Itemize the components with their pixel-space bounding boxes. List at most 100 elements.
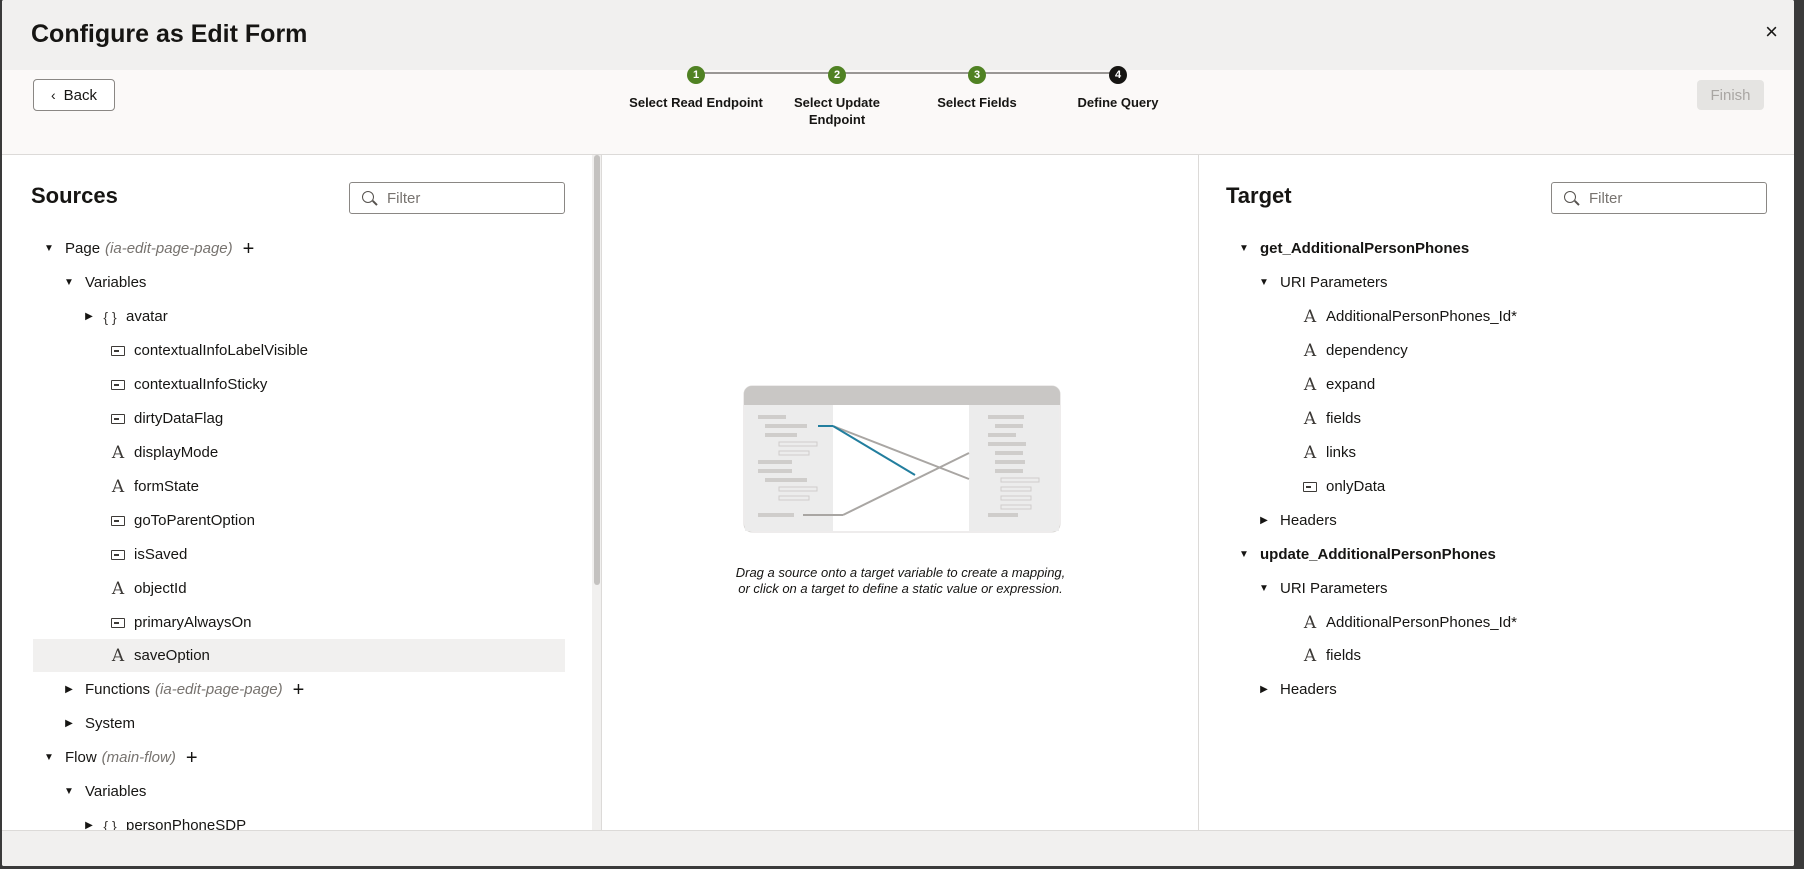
- target-filter[interactable]: [1551, 182, 1767, 214]
- step-define-query[interactable]: 4 Define Query: [1043, 66, 1193, 111]
- string-icon: A: [1303, 442, 1317, 463]
- close-icon[interactable]: ×: [1765, 20, 1778, 44]
- param-label: fields: [1326, 647, 1362, 664]
- mapping-illustration: [743, 385, 1061, 533]
- tree-node-page[interactable]: ▼ Page (ia-edit-page-page) +: [41, 232, 254, 265]
- caret-right-icon[interactable]: ▶: [61, 684, 77, 695]
- tree-node-update-endpoint[interactable]: ▼ update_AdditionalPersonPhones: [1236, 538, 1496, 571]
- tree-node-var[interactable]: primaryAlwaysOn: [109, 606, 252, 639]
- tree-node-var[interactable]: A formState: [109, 470, 199, 503]
- string-icon: A: [1303, 306, 1317, 327]
- tree-node-param[interactable]: A AdditionalPersonPhones_Id*: [1301, 300, 1517, 333]
- tree-node-page-variables[interactable]: ▼ Variables: [61, 266, 146, 299]
- caret-down-icon[interactable]: ▼: [41, 243, 57, 254]
- tree-node-var[interactable]: A objectId: [109, 572, 187, 605]
- flow-context: (main-flow): [101, 749, 176, 766]
- back-button[interactable]: ‹ Back: [33, 79, 115, 111]
- var-label: personPhoneSDP: [126, 817, 247, 830]
- step-select-read-endpoint[interactable]: 1 Select Read Endpoint: [621, 66, 771, 111]
- caret-down-icon[interactable]: ▼: [1236, 243, 1252, 254]
- string-icon: A: [111, 578, 125, 599]
- boolean-icon: [109, 376, 127, 393]
- caret-down-icon[interactable]: ▼: [61, 786, 77, 797]
- panel-splitter[interactable]: [592, 155, 602, 830]
- wizard-bar: ‹ Back 1 Select Read Endpoint 2 Select U…: [2, 66, 1794, 155]
- add-icon[interactable]: +: [186, 748, 198, 768]
- caret-right-icon[interactable]: ▶: [81, 311, 97, 322]
- tree-node-var[interactable]: ▶ { } avatar: [81, 300, 168, 333]
- var-label: primaryAlwaysOn: [134, 614, 252, 631]
- tree-node-system[interactable]: ▶ System: [61, 707, 135, 740]
- target-filter-input[interactable]: [1589, 189, 1749, 207]
- string-icon: A: [111, 476, 125, 497]
- tree-node-headers[interactable]: ▶ Headers: [1256, 504, 1337, 537]
- tree-node-var-selected[interactable]: A saveOption: [33, 639, 565, 672]
- boolean-icon: [109, 342, 127, 359]
- tree-node-uri-params[interactable]: ▼ URI Parameters: [1256, 572, 1387, 605]
- string-icon: A: [1303, 612, 1317, 633]
- caret-down-icon[interactable]: ▼: [41, 752, 57, 763]
- tree-node-var[interactable]: ▶ { } personPhoneSDP: [81, 809, 246, 830]
- string-icon: A: [1303, 408, 1317, 429]
- chevron-left-icon: ‹: [50, 87, 56, 103]
- caret-down-icon[interactable]: ▼: [61, 277, 77, 288]
- boolean-icon: [109, 512, 127, 529]
- string-icon: A: [1303, 340, 1317, 361]
- back-button-label: Back: [63, 86, 98, 104]
- tree-node-headers[interactable]: ▶ Headers: [1256, 673, 1337, 706]
- hint-line-1: Drag a source onto a target variable to …: [735, 565, 1066, 580]
- sources-filter-input[interactable]: [387, 189, 547, 207]
- tree-node-param[interactable]: A expand: [1301, 368, 1375, 401]
- target-title: Target: [1226, 183, 1292, 208]
- caret-right-icon[interactable]: ▶: [1256, 515, 1272, 526]
- caret-down-icon[interactable]: ▼: [1256, 277, 1272, 288]
- system-label: System: [85, 715, 136, 732]
- caret-right-icon[interactable]: ▶: [1256, 684, 1272, 695]
- sources-filter[interactable]: [349, 182, 565, 214]
- tree-node-param[interactable]: A dependency: [1301, 334, 1408, 367]
- boolean-icon: [1301, 478, 1319, 495]
- step-select-fields[interactable]: 3 Select Fields: [902, 66, 1052, 111]
- step-4-dot: 4: [1109, 66, 1127, 84]
- tree-node-param[interactable]: A AdditionalPersonPhones_Id*: [1301, 606, 1517, 639]
- tree-node-var[interactable]: contextualInfoSticky: [109, 368, 267, 401]
- tree-node-var[interactable]: A displayMode: [109, 436, 218, 469]
- tree-node-flow-variables[interactable]: ▼ Variables: [61, 775, 146, 808]
- scrollbar-thumb[interactable]: [594, 155, 600, 585]
- tree-node-param[interactable]: A fields: [1301, 402, 1361, 435]
- finish-button[interactable]: Finish: [1697, 80, 1764, 110]
- caret-down-icon[interactable]: ▼: [1256, 583, 1272, 594]
- hint-line-2: or click on a target to define a static …: [738, 581, 1063, 596]
- caret-right-icon[interactable]: ▶: [81, 820, 97, 830]
- var-label: dirtyDataFlag: [134, 410, 224, 427]
- caret-right-icon[interactable]: ▶: [61, 718, 77, 729]
- headers-label: Headers: [1280, 681, 1337, 698]
- dialog-header: Configure as Edit Form ×: [2, 0, 1794, 70]
- dialog-title: Configure as Edit Form: [31, 20, 308, 48]
- step-3-dot: 3: [968, 66, 986, 84]
- tree-node-uri-params[interactable]: ▼ URI Parameters: [1256, 266, 1388, 299]
- tree-node-var[interactable]: contextualInfoLabelVisible: [109, 334, 308, 367]
- sources-title: Sources: [31, 183, 118, 208]
- boolean-icon: [109, 410, 127, 427]
- tree-node-var[interactable]: dirtyDataFlag: [109, 402, 223, 435]
- step-select-update-endpoint[interactable]: 2 Select Update Endpoint: [762, 66, 912, 128]
- var-label: isSaved: [134, 546, 188, 563]
- tree-node-get-endpoint[interactable]: ▼ get_AdditionalPersonPhones: [1236, 232, 1469, 265]
- tree-node-flow[interactable]: ▼ Flow (main-flow) +: [41, 741, 198, 774]
- tree-node-functions[interactable]: ▶ Functions (ia-edit-page-page) +: [61, 673, 304, 706]
- add-icon[interactable]: +: [293, 680, 305, 700]
- tree-node-var[interactable]: goToParentOption: [109, 504, 255, 537]
- string-icon: A: [1303, 645, 1317, 666]
- add-icon[interactable]: +: [243, 239, 255, 259]
- tree-node-var[interactable]: isSaved: [109, 538, 187, 571]
- string-icon: A: [111, 442, 125, 463]
- uri-params-label: URI Parameters: [1280, 274, 1388, 291]
- tree-node-param[interactable]: A fields: [1301, 639, 1361, 672]
- flow-label: Flow: [65, 749, 97, 766]
- tree-node-param[interactable]: onlyData: [1301, 470, 1385, 503]
- param-label: links: [1326, 444, 1357, 461]
- step-2-dot: 2: [828, 66, 846, 84]
- tree-node-param[interactable]: A links: [1301, 436, 1356, 469]
- caret-down-icon[interactable]: ▼: [1236, 549, 1252, 560]
